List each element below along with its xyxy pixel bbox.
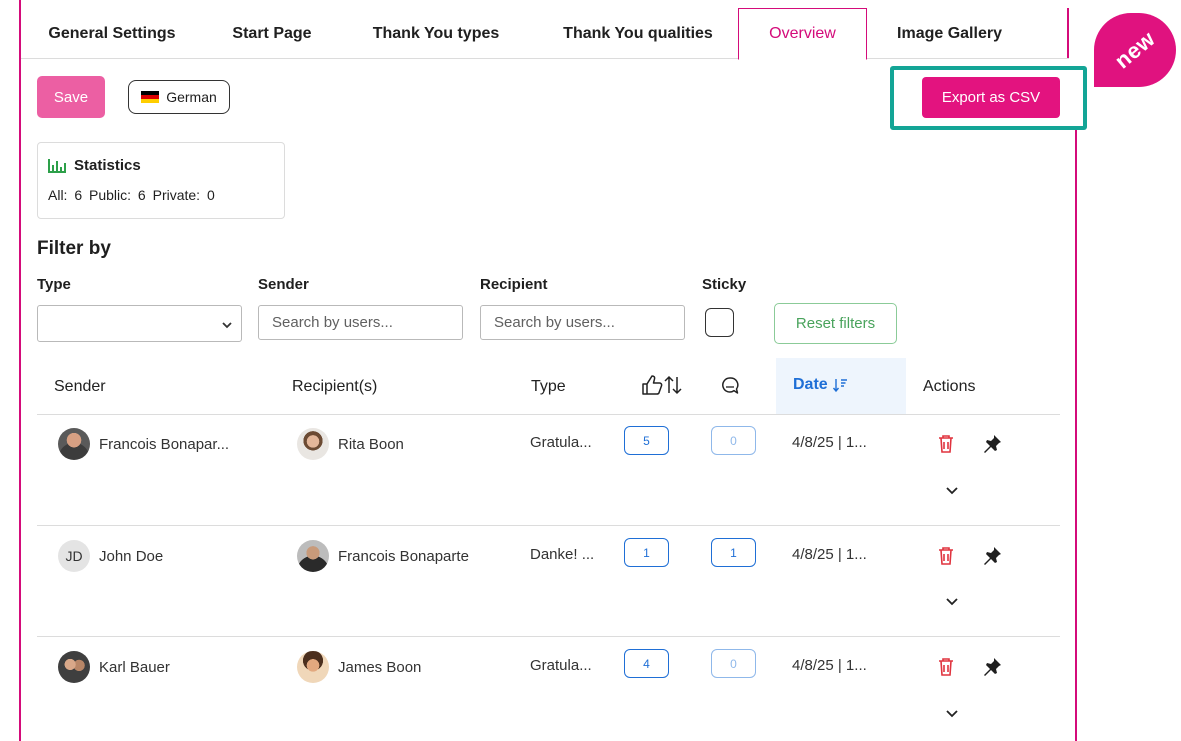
column-header-sender[interactable]: Sender	[54, 378, 106, 396]
new-badge: new	[1094, 13, 1176, 87]
new-badge-label: new	[1109, 25, 1160, 74]
column-header-date-label: Date	[793, 376, 828, 393]
sender-name: Karl Bauer	[99, 658, 170, 676]
table-row-1-recipient[interactable]: Rita Boon	[297, 428, 404, 460]
statistics-all: All: 6	[48, 187, 83, 203]
sender-name: Francois Bonapar...	[99, 435, 230, 453]
avatar	[297, 540, 329, 572]
table-header-divider	[37, 414, 1060, 415]
chevron-down-icon	[222, 322, 232, 329]
sticky-filter-label: Sticky	[702, 276, 747, 293]
statistics-title: Statistics	[74, 157, 141, 174]
trash-icon[interactable]	[937, 434, 955, 454]
avatar	[58, 651, 90, 683]
trash-icon[interactable]	[937, 657, 955, 677]
recipient-name: James Boon	[338, 658, 422, 676]
language-label: German	[166, 89, 217, 105]
sender-filter-label: Sender	[258, 276, 309, 293]
thumbs-up-sort-icon[interactable]	[640, 373, 682, 397]
tab-overview[interactable]: Overview	[738, 8, 867, 60]
column-header-actions: Actions	[923, 378, 976, 395]
comment-icon[interactable]	[720, 376, 740, 396]
tab-start-page[interactable]: Start Page	[213, 8, 331, 59]
likes-count-badge[interactable]: 1	[624, 538, 669, 567]
comments-count-badge[interactable]: 0	[711, 649, 756, 678]
recipient-name: Rita Boon	[338, 435, 404, 453]
type-filter-label: Type	[37, 276, 71, 293]
table-row-divider	[37, 525, 1060, 526]
avatar	[297, 428, 329, 460]
sender-name: John Doe	[99, 547, 164, 565]
statistics-counts: All: 6 Public: 6 Private: 0	[48, 187, 274, 203]
trash-icon[interactable]	[937, 546, 955, 566]
export-csv-button[interactable]: Export as CSV	[922, 77, 1060, 118]
avatar	[297, 651, 329, 683]
expand-chevron-icon[interactable]	[945, 709, 959, 719]
table-row-2-sender[interactable]: JD John Doe	[58, 540, 163, 572]
likes-count-badge[interactable]: 4	[624, 649, 669, 678]
reset-filters-button[interactable]: Reset filters	[774, 303, 897, 344]
recipient-search-input[interactable]	[480, 305, 685, 340]
pin-icon[interactable]	[982, 546, 1002, 566]
pin-icon[interactable]	[982, 657, 1002, 677]
table-row-3-date: 4/8/25 | 1...	[792, 657, 867, 674]
avatar	[58, 428, 90, 460]
language-button[interactable]: German	[128, 80, 230, 114]
recipient-name: Francois Bonaparte	[338, 547, 469, 565]
save-button[interactable]: Save	[37, 76, 105, 118]
comments-count-badge[interactable]: 0	[711, 426, 756, 455]
table-row-1-sender[interactable]: Francois Bonapar...	[58, 428, 229, 460]
comments-count-badge[interactable]: 1	[711, 538, 756, 567]
expand-chevron-icon[interactable]	[945, 486, 959, 496]
recipient-filter-label: Recipient	[480, 276, 548, 293]
statistics-private: Private: 0	[152, 187, 215, 203]
table-row-1-date: 4/8/25 | 1...	[792, 434, 867, 451]
statistics-public: Public: 6	[89, 187, 146, 203]
table-row-2-recipient[interactable]: Francois Bonaparte	[297, 540, 469, 572]
table-row-3-type: Gratula...	[530, 657, 592, 674]
table-row-3-sender[interactable]: Karl Bauer	[58, 651, 170, 683]
table-row-2-date: 4/8/25 | 1...	[792, 546, 867, 563]
table-row-3-recipient[interactable]: James Boon	[297, 651, 421, 683]
avatar: JD	[58, 540, 90, 572]
sort-descending-icon	[832, 379, 847, 393]
likes-count-badge[interactable]: 5	[624, 426, 669, 455]
bar-chart-icon	[48, 158, 66, 173]
pin-icon[interactable]	[982, 434, 1002, 454]
tab-image-gallery[interactable]: Image Gallery	[877, 8, 1022, 59]
type-select[interactable]	[37, 305, 242, 342]
column-header-type[interactable]: Type	[531, 378, 566, 396]
expand-chevron-icon[interactable]	[945, 597, 959, 607]
statistics-header: Statistics	[48, 157, 274, 174]
tab-thank-you-qualities[interactable]: Thank You qualities	[538, 8, 738, 59]
column-header-recipients[interactable]: Recipient(s)	[292, 378, 377, 396]
content-frame-right	[1075, 128, 1077, 741]
table-row-divider	[37, 636, 1060, 637]
german-flag-icon	[141, 91, 160, 103]
table-row-1-type: Gratula...	[530, 434, 592, 451]
tab-bar: General Settings Start Page Thank You ty…	[21, 8, 1069, 60]
column-header-date[interactable]: Date	[793, 376, 848, 394]
statistics-card: Statistics All: 6 Public: 6 Private: 0	[37, 142, 285, 219]
tab-thank-you-types[interactable]: Thank You types	[346, 8, 526, 59]
table-row-2-type: Danke! ...	[530, 546, 595, 563]
filter-title: Filter by	[37, 238, 111, 259]
tab-general-settings[interactable]: General Settings	[21, 8, 203, 59]
content-frame-left	[19, 0, 21, 741]
sender-search-input[interactable]	[258, 305, 463, 340]
sticky-checkbox[interactable]	[705, 308, 734, 337]
